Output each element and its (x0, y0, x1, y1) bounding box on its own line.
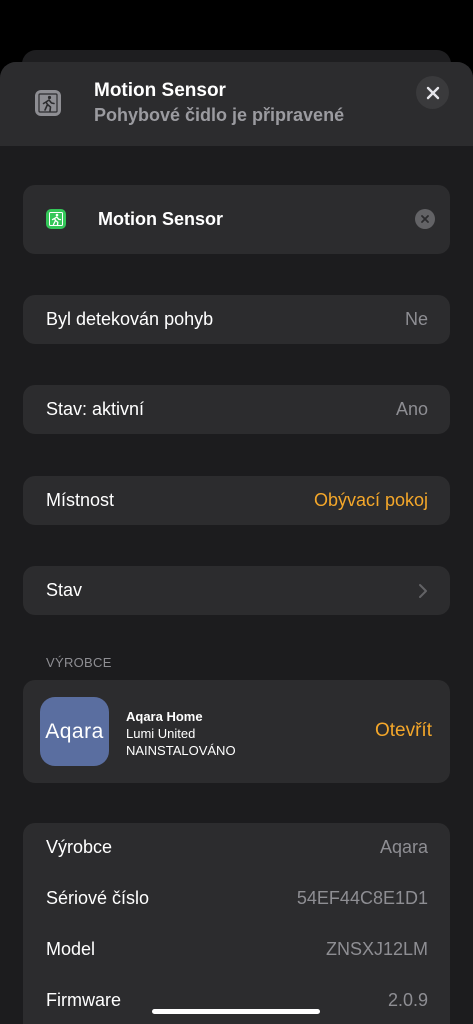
row-label: Místnost (46, 490, 115, 510)
row-value: Ano (395, 399, 428, 419)
status-active-row: Stav: aktivní Ano (23, 385, 450, 434)
app-developer: Lumi United (126, 726, 196, 741)
motion-sensor-icon (35, 90, 61, 116)
room-value[interactable]: Obývací pokoj (314, 490, 428, 511)
info-label: Model (46, 939, 96, 959)
info-row-model: Model ZNSXJ12LM (23, 925, 450, 975)
clear-icon (421, 215, 429, 223)
close-button[interactable] (416, 76, 449, 109)
device-info-card: Výrobce Aqara Sériové číslo 54EF44C8E1D1… (23, 823, 450, 1024)
sheet-title: Motion Sensor (94, 80, 226, 101)
info-value: ZNSXJ12LM (325, 939, 428, 959)
info-label: Sériové číslo (46, 888, 150, 908)
manufacturer-app-card: Aqara Aqara Home Lumi United NAINSTALOVÁ… (23, 680, 450, 783)
open-app-button[interactable]: Otevřít (375, 720, 432, 742)
info-row-firmware: Firmware 2.0.9 (23, 976, 450, 1024)
info-row-serial: Sériové číslo 54EF44C8E1D1 (23, 874, 450, 924)
row-label: Stav (46, 580, 83, 600)
info-value: Aqara (379, 837, 428, 857)
info-label: Firmware (46, 990, 121, 1010)
info-row-manufacturer: Výrobce Aqara (23, 823, 450, 873)
motion-sensor-icon (46, 209, 66, 229)
accessory-name-value[interactable]: Motion Sensor (98, 209, 223, 230)
status-row[interactable]: Stav (23, 566, 450, 615)
manufacturer-section-label: VÝROBCE (46, 655, 112, 670)
sheet-subtitle: Pohybové čidlo je připravené (94, 105, 345, 125)
home-indicator[interactable] (152, 1009, 320, 1014)
row-value: Ne (404, 309, 428, 329)
sheet-header: Motion Sensor Pohybové čidlo je připrave… (0, 62, 473, 146)
app-install-status: NAINSTALOVÁNO (126, 743, 236, 758)
row-label: Stav: aktivní (46, 399, 145, 419)
accessory-name-field[interactable]: Motion Sensor (23, 185, 450, 254)
app-name: Aqara Home (126, 709, 203, 724)
motion-detected-row: Byl detekován pohyb Ne (23, 295, 450, 344)
close-icon (426, 86, 439, 99)
aqara-app-logo[interactable]: Aqara (40, 697, 109, 766)
room-row[interactable]: Místnost Obývací pokoj (23, 476, 450, 525)
info-label: Výrobce (46, 837, 113, 857)
accessory-detail-sheet: Motion Sensor Pohybové čidlo je připrave… (0, 62, 473, 1024)
row-label: Byl detekován pohyb (46, 309, 214, 329)
chevron-right-icon (419, 584, 427, 598)
clear-name-button[interactable] (415, 209, 435, 229)
info-value: 54EF44C8E1D1 (296, 888, 428, 908)
info-value: 2.0.9 (387, 990, 428, 1010)
